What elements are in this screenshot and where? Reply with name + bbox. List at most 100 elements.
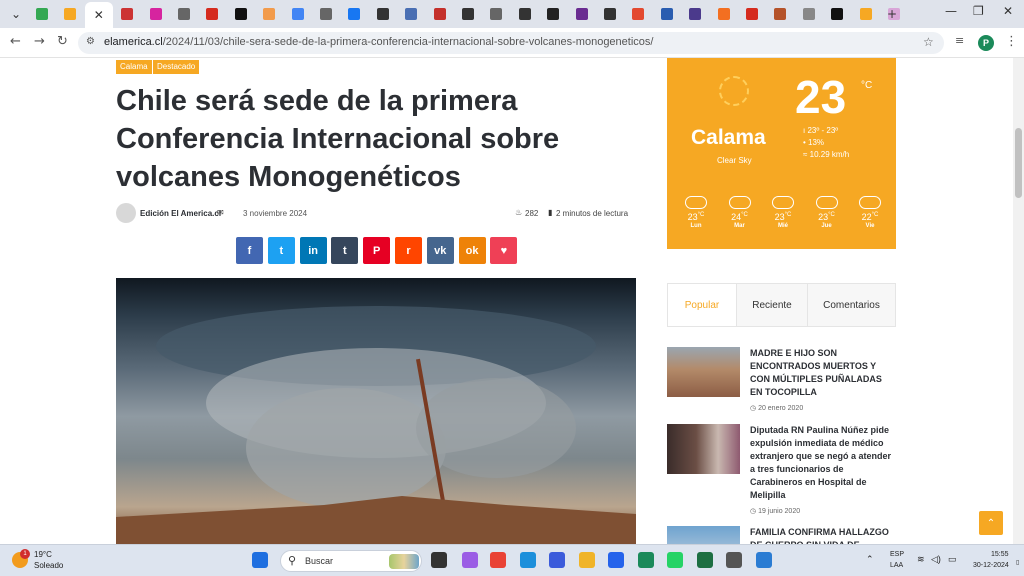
whatsapp-icon[interactable]	[667, 552, 683, 568]
edge-icon[interactable]	[520, 552, 536, 568]
tray-overflow-icon[interactable]: ⌃	[866, 554, 874, 565]
browser-tab[interactable]	[198, 4, 226, 24]
author-name[interactable]: Edición El America.cl	[140, 209, 221, 218]
browser-tab[interactable]	[823, 4, 851, 24]
browser-tab[interactable]	[795, 4, 823, 24]
lang-bottom[interactable]: LAA	[890, 562, 903, 569]
chrome-icon[interactable]	[490, 552, 506, 568]
tab-reciente[interactable]: Reciente	[736, 284, 807, 326]
post-title[interactable]: MADRE E HIJO SON ENCONTRADOS MUERTOS Y C…	[750, 347, 896, 399]
back-to-top-button[interactable]: ⌃	[979, 511, 1003, 535]
forward-icon[interactable]: →	[34, 34, 45, 49]
page-scrollbar[interactable]	[1013, 58, 1024, 544]
list-item[interactable]: Diputada RN Paulina Núñez pide expulsión…	[667, 424, 896, 518]
app-q-icon[interactable]	[549, 552, 565, 568]
taskbar-weather-temp[interactable]: 19°C	[34, 550, 52, 559]
battery-icon[interactable]: ▭	[948, 554, 957, 565]
post-thumbnail[interactable]	[667, 424, 740, 474]
chrome-profile-icon[interactable]	[638, 552, 654, 568]
browser-tab[interactable]	[710, 4, 738, 24]
volume-icon[interactable]: ◁)	[931, 554, 941, 565]
notification-icon[interactable]: ▯	[1016, 559, 1019, 566]
bookmark-star-icon[interactable]: ☆	[923, 35, 934, 49]
browser-tab[interactable]	[170, 4, 198, 24]
share-reddit-button[interactable]: r	[395, 237, 422, 264]
reload-icon[interactable]: ↻	[57, 34, 68, 49]
tag-destacado[interactable]: Destacado	[153, 60, 200, 74]
minimize-button[interactable]: —	[945, 4, 957, 18]
browser-tab[interactable]	[852, 4, 880, 24]
close-icon[interactable]: ✕	[94, 8, 104, 22]
tab-list-dropdown[interactable]: ⌄	[2, 4, 30, 24]
site-info-icon[interactable]: ⚙	[86, 36, 95, 47]
email-icon[interactable]: ✉	[217, 208, 224, 217]
scrollbar-thumb[interactable]	[1015, 128, 1022, 198]
taskbar-weather-desc[interactable]: Soleado	[34, 561, 63, 570]
browser-tab[interactable]	[539, 4, 567, 24]
restore-button[interactable]: ❐	[973, 4, 984, 18]
share-linkedin-button[interactable]: in	[299, 237, 327, 264]
start-icon[interactable]	[252, 552, 268, 568]
close-window-button[interactable]: ✕	[1003, 4, 1013, 18]
profile-avatar[interactable]: P	[978, 35, 994, 51]
task-view-icon[interactable]	[431, 552, 447, 568]
browser-tab[interactable]	[369, 4, 397, 24]
post-title[interactable]: FAMILIA CONFIRMA HALLAZGO DE CUERPO SIN …	[750, 526, 896, 544]
browser-tab[interactable]	[766, 4, 794, 24]
back-icon[interactable]: ←	[10, 34, 21, 49]
app-generic-icon[interactable]	[756, 552, 772, 568]
browser-tab[interactable]	[56, 4, 84, 24]
browser-tab[interactable]	[227, 4, 255, 24]
browser-tab[interactable]	[482, 4, 510, 24]
store-icon[interactable]	[608, 552, 624, 568]
url-text: elamerica.cl/2024/11/03/chile-sera-sede-…	[104, 36, 654, 48]
browser-tab[interactable]	[312, 4, 340, 24]
browser-tab[interactable]	[568, 4, 596, 24]
share-tumblr-button[interactable]: t	[331, 237, 359, 264]
tab-comentarios[interactable]: Comentarios	[807, 284, 895, 326]
browser-tab[interactable]	[28, 4, 56, 24]
share-vk-button[interactable]: vk	[426, 237, 454, 264]
post-thumbnail[interactable]	[667, 526, 740, 544]
file-explorer-icon[interactable]	[579, 552, 595, 568]
browser-tab[interactable]	[340, 4, 368, 24]
share-pocket-button[interactable]: ♥	[490, 237, 518, 264]
browser-tab[interactable]	[596, 4, 624, 24]
browser-tab[interactable]	[142, 4, 170, 24]
browser-tab[interactable]	[653, 4, 681, 24]
tv-icon	[547, 8, 560, 20]
tab-popular[interactable]: Popular	[668, 284, 736, 326]
browser-tab[interactable]	[113, 4, 141, 24]
browser-tab[interactable]	[454, 4, 482, 24]
share-twitter-button[interactable]: t	[267, 237, 295, 264]
browser-tab[interactable]	[681, 4, 709, 24]
excel-icon[interactable]	[697, 552, 713, 568]
browser-tab[interactable]	[426, 4, 454, 24]
menu-icon[interactable]: ⋮	[1005, 34, 1018, 49]
tag-calama[interactable]: Calama	[116, 60, 152, 74]
new-tab-button[interactable]: +	[878, 4, 906, 24]
list-item[interactable]: MADRE E HIJO SON ENCONTRADOS MUERTOS Y C…	[667, 347, 896, 415]
browser-tab[interactable]: ✕	[84, 2, 113, 28]
browser-tab[interactable]	[738, 4, 766, 24]
lang-top[interactable]: ESP	[890, 551, 904, 558]
reading-list-icon[interactable]: ≡	[955, 34, 964, 47]
browser-tab[interactable]	[624, 4, 652, 24]
list-item[interactable]: FAMILIA CONFIRMA HALLAZGO DE CUERPO SIN …	[667, 526, 896, 544]
post-thumbnail[interactable]	[667, 347, 740, 397]
share-pinterest-button[interactable]: P	[363, 237, 391, 264]
taskbar-search[interactable]: ⚲ Buscar	[280, 550, 422, 572]
browser-tab[interactable]	[397, 4, 425, 24]
browser-tab[interactable]	[511, 4, 539, 24]
share-odnoklassniki-button[interactable]: ok	[458, 237, 486, 264]
share-facebook-button[interactable]: f	[236, 237, 263, 264]
browser-tab[interactable]	[284, 4, 312, 24]
browser-tab[interactable]	[255, 4, 283, 24]
clock-date[interactable]: 30-12-2024	[973, 562, 1009, 569]
wifi-icon[interactable]: ≋	[917, 554, 925, 565]
copilot-icon[interactable]	[462, 552, 478, 568]
post-title[interactable]: Diputada RN Paulina Núñez pide expulsión…	[750, 424, 896, 502]
address-bar[interactable]: ⚙ elamerica.cl/2024/11/03/chile-sera-sed…	[78, 32, 944, 54]
clock-time[interactable]: 15:55	[991, 551, 1009, 558]
calculator-icon[interactable]	[726, 552, 742, 568]
